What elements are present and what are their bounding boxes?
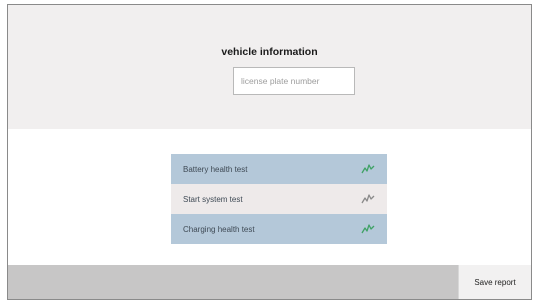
test-item-battery-health[interactable]: Battery health test <box>171 154 387 184</box>
test-item-label: Battery health test <box>183 164 248 174</box>
test-list: Battery health test Start system test Ch… <box>171 154 387 244</box>
test-item-label: Start system test <box>183 194 243 204</box>
page-title: vehicle information <box>221 46 318 58</box>
save-report-button[interactable]: Save report <box>458 265 531 299</box>
app-window: vehicle information Battery health test … <box>7 4 532 300</box>
test-item-label: Charging health test <box>183 224 255 234</box>
health-graph-icon <box>361 194 375 204</box>
license-plate-input[interactable] <box>233 67 355 95</box>
health-graph-icon <box>361 224 375 234</box>
test-item-charging-health[interactable]: Charging health test <box>171 214 387 244</box>
vehicle-info-panel: vehicle information <box>8 5 531 129</box>
footer-bar: Save report <box>8 265 531 299</box>
test-item-start-system[interactable]: Start system test <box>171 184 387 214</box>
health-graph-icon <box>361 164 375 174</box>
